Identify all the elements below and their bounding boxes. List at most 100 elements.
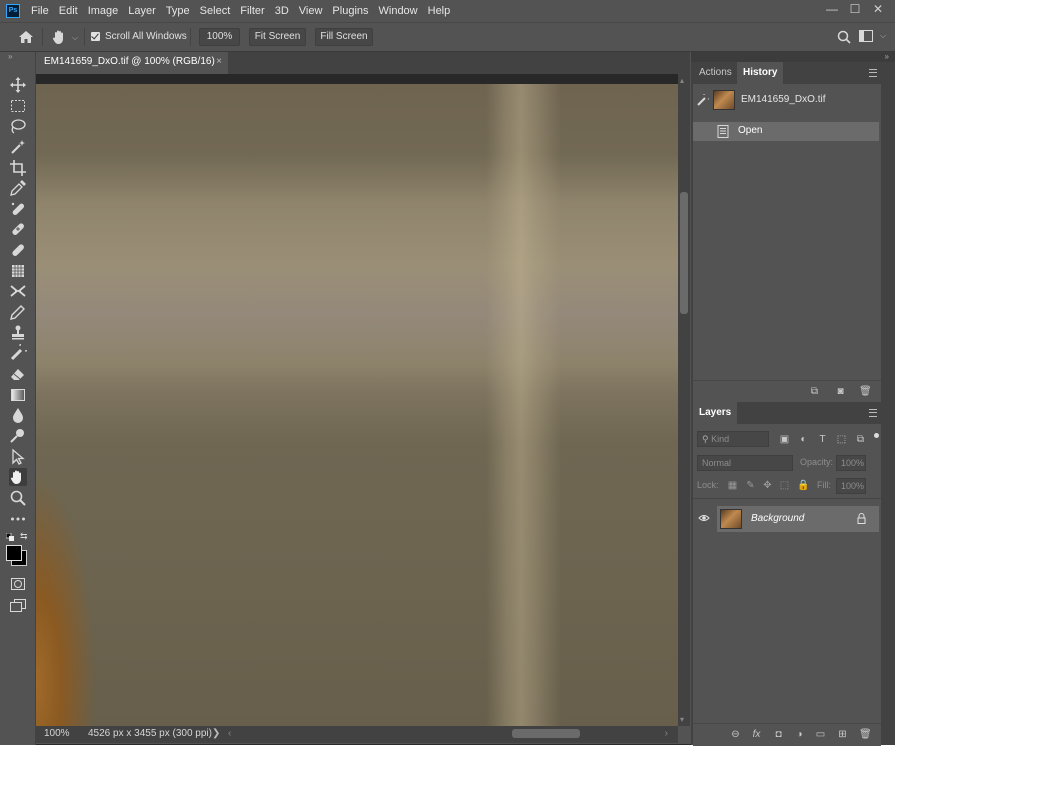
menu-window[interactable]: Window — [374, 0, 423, 22]
filter-adjustment-icon[interactable]: ◐ — [798, 434, 809, 445]
filter-shape-icon[interactable]: ⬚ — [836, 434, 847, 445]
gradient-tool-icon[interactable] — [9, 386, 27, 404]
document-tab[interactable]: EM141659_DxO.tif @ 100% (RGB/16) × — [36, 52, 228, 74]
home-icon[interactable] — [18, 30, 34, 44]
status-expand-icon[interactable]: ❯ — [212, 728, 220, 739]
tab-actions[interactable]: Actions — [693, 62, 738, 84]
link-layers-icon[interactable]: ⊖ — [730, 729, 741, 740]
layer-style-icon[interactable]: fx — [751, 729, 762, 740]
canvas-area[interactable] — [36, 74, 678, 726]
workspace-icon[interactable] — [859, 30, 873, 42]
layers-menu-icon[interactable] — [869, 409, 877, 417]
status-zoom[interactable]: 100% — [44, 728, 70, 739]
adjustment-layer-icon[interactable]: ◑ — [794, 729, 805, 740]
swap-colors-icon[interactable]: ⇆ — [20, 532, 29, 541]
menu-plugins[interactable]: Plugins — [327, 0, 373, 22]
close-tab-icon[interactable]: × — [216, 52, 222, 72]
scroll-right-arrow-icon[interactable]: › — [665, 728, 668, 739]
stamp-pattern-icon[interactable] — [9, 262, 27, 280]
foreground-color-swatch[interactable] — [6, 545, 22, 561]
screen-mode-icon[interactable] — [9, 596, 27, 614]
horizontal-scroll-thumb[interactable] — [512, 729, 580, 738]
lock-artboard-icon[interactable]: ⬚ — [779, 480, 790, 491]
lock-transparent-icon[interactable]: ▦ — [727, 480, 738, 491]
lasso-tool-icon[interactable] — [9, 117, 27, 135]
marquee-tool-icon[interactable] — [9, 97, 27, 115]
fill-field[interactable]: 100% — [836, 478, 866, 494]
more-tools-icon[interactable] — [9, 510, 27, 528]
hand-tool-preset-icon[interactable] — [52, 29, 66, 45]
history-step-open[interactable]: Open — [693, 122, 879, 141]
scroll-up-arrow-icon[interactable]: ▴ — [680, 76, 684, 85]
chevron-down-icon[interactable]: ⌵ — [72, 33, 78, 43]
lock-image-icon[interactable]: ✎ — [745, 480, 756, 491]
menu-filter[interactable]: Filter — [235, 0, 269, 22]
minimize-button[interactable]: — — [821, 0, 843, 22]
add-mask-icon[interactable]: ◘ — [773, 729, 784, 740]
hand-tool-icon[interactable] — [9, 468, 27, 486]
scroll-left-arrow-icon[interactable]: ‹ — [228, 728, 231, 739]
lock-all-icon[interactable]: 🔒 — [797, 480, 809, 491]
menu-view[interactable]: View — [294, 0, 328, 22]
layers-panel-scrollbar[interactable] — [881, 402, 891, 745]
lock-position-icon[interactable]: ✥ — [762, 480, 773, 491]
zoom-value-field[interactable]: 100% — [199, 28, 240, 46]
new-document-from-state-icon[interactable]: ⧉ — [809, 386, 820, 397]
healing-brush-icon[interactable] — [9, 220, 27, 238]
delete-layer-icon[interactable]: 🗑 — [859, 729, 872, 740]
pencil-tool-icon[interactable] — [9, 303, 27, 321]
magic-wand-tool-icon[interactable] — [9, 138, 27, 156]
menu-file[interactable]: File — [26, 0, 54, 22]
clone-stamp-icon[interactable] — [9, 324, 27, 342]
filter-toggle-icon[interactable] — [874, 433, 879, 438]
eye-icon[interactable] — [698, 513, 710, 523]
trash-icon[interactable]: 🗑 — [859, 386, 872, 397]
camera-icon[interactable]: ◙ — [835, 386, 846, 397]
workspace-chevron-icon[interactable]: ⌵ — [880, 31, 886, 41]
menu-image[interactable]: Image — [83, 0, 124, 22]
eraser-tool-icon[interactable] — [9, 365, 27, 383]
history-brush-source-icon[interactable] — [697, 94, 709, 106]
opacity-field[interactable]: 100% — [836, 455, 866, 471]
filter-smart-object-icon[interactable]: ⧉ — [855, 434, 866, 445]
tab-history[interactable]: History — [737, 62, 784, 84]
menu-layer[interactable]: Layer — [123, 0, 161, 22]
fill-screen-button[interactable]: Fill Screen — [315, 28, 373, 46]
scroll-down-arrow-icon[interactable]: ▾ — [680, 715, 684, 724]
history-snapshot-row[interactable]: EM141659_DxO.tif — [693, 88, 879, 112]
toolbar-collapse-icon[interactable]: » — [8, 52, 12, 61]
crop-tool-icon[interactable] — [9, 159, 27, 177]
blend-mode-select[interactable]: Normal — [697, 455, 793, 471]
default-colors-icon[interactable] — [5, 532, 14, 541]
restore-button[interactable]: ☐ — [844, 0, 866, 22]
menu-help[interactable]: Help — [423, 0, 456, 22]
vertical-scrollbar[interactable]: ▴ ▾ — [678, 74, 690, 726]
history-panel-scrollbar[interactable] — [881, 62, 891, 402]
panel-collapse-icon[interactable]: » — [885, 52, 889, 61]
new-layer-icon[interactable]: ⊞ — [837, 729, 848, 740]
filter-pixel-icon[interactable]: ▣ — [779, 434, 790, 445]
dodge-tool-icon[interactable] — [9, 427, 27, 445]
search-icon[interactable] — [837, 30, 851, 44]
scroll-all-windows-checkbox[interactable] — [91, 32, 100, 41]
tab-layers[interactable]: Layers — [693, 402, 738, 424]
menu-select[interactable]: Select — [195, 0, 236, 22]
document-image[interactable] — [36, 84, 678, 726]
panel-menu-icon[interactable] — [869, 69, 877, 77]
fit-screen-button[interactable]: Fit Screen — [249, 28, 306, 46]
close-button[interactable]: ✕ — [867, 0, 889, 22]
layer-row-background[interactable]: Background — [717, 506, 879, 532]
menu-edit[interactable]: Edit — [54, 0, 83, 22]
menu-type[interactable]: Type — [161, 0, 195, 22]
new-group-icon[interactable]: ▭ — [815, 729, 826, 740]
menu-3d[interactable]: 3D — [270, 0, 294, 22]
quick-mask-icon[interactable] — [9, 575, 27, 593]
blur-tool-icon[interactable] — [9, 406, 27, 424]
move-tool-icon[interactable] — [9, 76, 27, 94]
vertical-scroll-thumb[interactable] — [680, 192, 688, 314]
filter-type-icon[interactable]: T — [817, 434, 828, 445]
brush-tool-icon[interactable] — [9, 241, 27, 259]
layer-filter-kind[interactable]: ⚲ Kind — [697, 431, 769, 447]
zoom-tool-icon[interactable] — [9, 489, 27, 507]
path-selection-icon[interactable] — [9, 448, 27, 466]
